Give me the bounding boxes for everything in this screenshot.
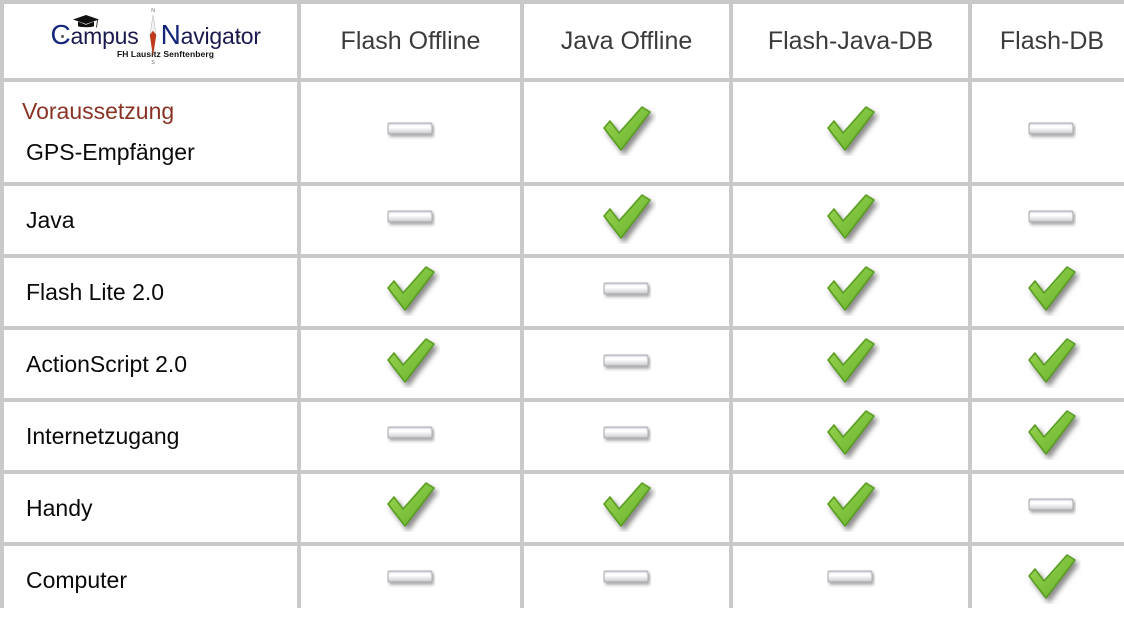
cell-flashlite-flash-java-db [733, 258, 968, 326]
logo-name-part1: ampus [70, 22, 139, 49]
logo-cell: Campus Navigator FH Lausitz Senftenberg N [4, 4, 297, 78]
gray-dash-icon [1028, 122, 1074, 134]
comparison-matrix-page: Campus Navigator FH Lausitz Senftenberg N [0, 0, 1124, 614]
svg-text:S: S [151, 60, 155, 65]
cell-actionscript-flash-java-db [733, 330, 968, 398]
gray-dash-icon [1028, 498, 1074, 510]
green-check-icon [1028, 337, 1076, 383]
gray-dash-icon [387, 210, 432, 222]
cell-gps-java-offline [524, 82, 729, 182]
cell-flashlite-flash-offline [301, 258, 520, 326]
cell-internet-flash-java-db [733, 402, 968, 470]
table-row: Voraussetzung GPS-Empfänger [4, 82, 1124, 182]
cell-java-java-offline [524, 186, 729, 254]
green-check-icon [826, 105, 875, 151]
gray-dash-icon [1028, 210, 1074, 222]
cell-handy-flash-java-db [733, 474, 968, 542]
row-label-internetzugang: Internetzugang [26, 422, 180, 449]
row-label-actionscript: ActionScript 2.0 [26, 350, 188, 377]
green-check-icon [1028, 265, 1076, 311]
gray-dash-icon [387, 122, 432, 134]
column-header-flash-java-db: Flash-Java-DB [733, 4, 968, 78]
gray-dash-icon [603, 282, 648, 294]
green-check-icon [602, 481, 651, 527]
cell-gps-flash-offline [301, 82, 520, 182]
cell-actionscript-java-offline [524, 330, 729, 398]
cell-handy-flash-db [972, 474, 1124, 542]
cell-computer-java-offline [524, 546, 729, 614]
row-label-cell-computer: Computer [4, 546, 297, 614]
table-body: Campus Navigator FH Lausitz Senftenberg N [4, 4, 1124, 614]
cell-internet-java-offline [524, 402, 729, 470]
green-check-icon [386, 337, 435, 383]
logo-subtitle: FH Lausitz Senftenberg [116, 48, 215, 59]
green-check-icon [1028, 409, 1076, 455]
gray-dash-icon [603, 426, 648, 438]
cell-flashlite-java-offline [524, 258, 729, 326]
column-header-java-offline: Java Offline [524, 4, 729, 78]
cell-java-flash-offline [301, 186, 520, 254]
column-header-flash-offline: Flash Offline [301, 4, 520, 78]
gray-dash-icon [827, 570, 872, 582]
row-label-computer: Computer [26, 566, 127, 593]
row-label-cell-actionscript: ActionScript 2.0 [4, 330, 297, 398]
row-label-cell-flash-lite: Flash Lite 2.0 [4, 258, 297, 326]
logo-name-part1-initial: C [50, 18, 71, 50]
green-check-icon [602, 193, 651, 239]
feature-comparison-table: Campus Navigator FH Lausitz Senftenberg N [0, 0, 1124, 618]
green-check-icon [386, 481, 435, 527]
cell-java-flash-java-db [733, 186, 968, 254]
cell-handy-flash-offline [301, 474, 520, 542]
gray-dash-icon [603, 570, 648, 582]
row-label-cell-java: Java [4, 186, 297, 254]
row-label-cell-internetzugang: Internetzugang [4, 402, 297, 470]
green-check-icon [602, 105, 651, 151]
cell-actionscript-flash-db [972, 330, 1124, 398]
table-row: Java [4, 186, 1124, 254]
table-row: Flash Lite 2.0 [4, 258, 1124, 326]
cell-actionscript-flash-offline [301, 330, 520, 398]
gray-dash-icon [387, 570, 432, 582]
row-label-cell-gps: Voraussetzung GPS-Empfänger [4, 82, 297, 182]
cell-internet-flash-offline [301, 402, 520, 470]
green-check-icon [826, 337, 875, 383]
logo-name-part2-initial: N [160, 18, 181, 50]
green-check-icon [826, 193, 875, 239]
cell-handy-java-offline [524, 474, 729, 542]
green-check-icon [826, 481, 875, 527]
cell-computer-flash-db [972, 546, 1124, 614]
gray-dash-icon [603, 354, 648, 366]
table-row: Handy [4, 474, 1124, 542]
table-row: Internetzugang [4, 402, 1124, 470]
cell-gps-flash-db [972, 82, 1124, 182]
cell-java-flash-db [972, 186, 1124, 254]
green-check-icon [826, 409, 875, 455]
cell-computer-flash-offline [301, 546, 520, 614]
svg-text:N: N [151, 8, 155, 14]
table-row: ActionScript 2.0 [4, 330, 1124, 398]
green-check-icon [826, 265, 875, 311]
row-label-gps-empfaenger: GPS-Empfänger [26, 139, 195, 165]
column-header-flash-db: Flash-DB [972, 4, 1124, 78]
row-label-cell-handy: Handy [4, 474, 297, 542]
green-check-icon [1028, 553, 1076, 599]
cell-computer-flash-java-db [733, 546, 968, 614]
row-label-handy: Handy [26, 494, 93, 521]
gray-dash-icon [387, 426, 432, 438]
logo-wordmark: Campus Navigator [50, 18, 262, 51]
logo-name-part2: avigator [180, 22, 261, 49]
section-title: Voraussetzung [22, 98, 175, 124]
campus-navigator-logo: Campus Navigator FH Lausitz Senftenberg N [50, 8, 262, 69]
table-row: Computer [4, 546, 1124, 614]
row-label-flash-lite: Flash Lite 2.0 [26, 278, 165, 305]
cell-gps-flash-java-db [733, 82, 968, 182]
table-header-row: Campus Navigator FH Lausitz Senftenberg N [4, 4, 1124, 78]
cell-internet-flash-db [972, 402, 1124, 470]
row-label-java: Java [26, 206, 75, 233]
cell-flashlite-flash-db [972, 258, 1124, 326]
green-check-icon [386, 265, 435, 311]
